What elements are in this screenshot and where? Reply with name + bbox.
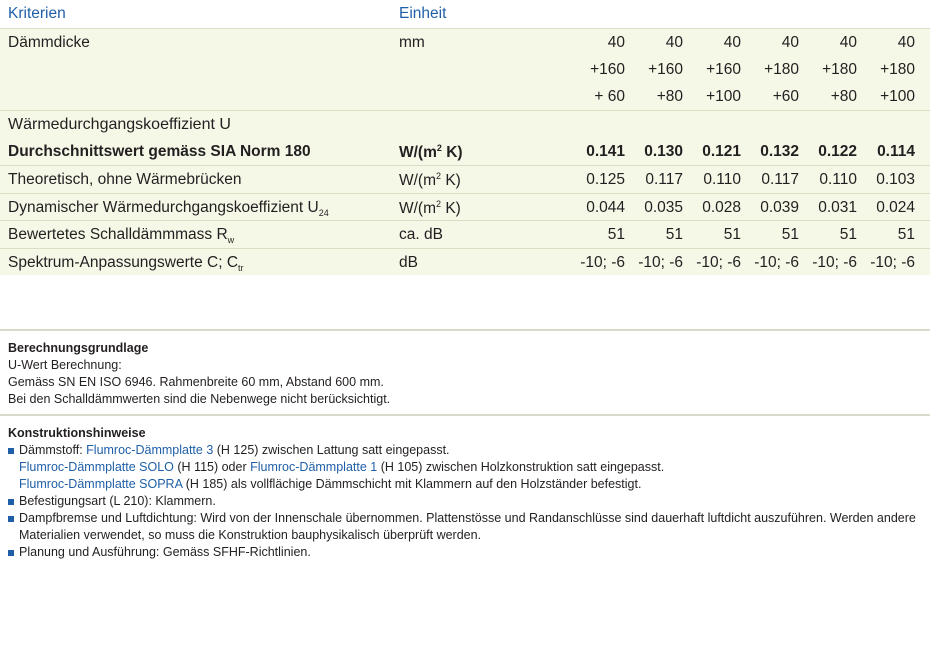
cell: 0.103 bbox=[876, 171, 915, 188]
cell: 51 bbox=[897, 226, 915, 243]
table-row: Spektrum-Anpassungswerte C; Ctr dB -10; … bbox=[0, 249, 930, 276]
cell: -10; -6 bbox=[754, 254, 799, 271]
cell: 40 bbox=[723, 34, 741, 51]
cell: +160 bbox=[590, 61, 625, 78]
cell: -10; -6 bbox=[812, 254, 857, 271]
cell: + 60 bbox=[594, 88, 625, 105]
list-item-continuation: Materialien verwendet, so muss die Konst… bbox=[19, 528, 482, 542]
cell: 0.110 bbox=[819, 171, 857, 188]
cell: 0.125 bbox=[586, 171, 625, 188]
list-item: Planung und Ausführung: Gemäss SFHF-Rich… bbox=[8, 544, 928, 561]
berechnung-line: U-Wert Berechnung: bbox=[8, 358, 122, 372]
row-label: Durchschnittswert gemäss SIA Norm 180 bbox=[8, 143, 311, 160]
cell: 40 bbox=[781, 34, 799, 51]
header-criteria: Kriterien bbox=[8, 5, 66, 22]
header-unit: Einheit bbox=[399, 5, 447, 22]
cell: 0.114 bbox=[877, 143, 915, 160]
cell: 0.141 bbox=[586, 143, 625, 160]
bullet-icon bbox=[8, 550, 14, 556]
row-unit: ca. dB bbox=[399, 226, 443, 243]
cell: -10; -6 bbox=[870, 254, 915, 271]
list-item-continuation: Flumroc-Dämmplatte SOPRA (H 185) als vol… bbox=[19, 477, 642, 491]
cell: 0.132 bbox=[760, 143, 799, 160]
divider bbox=[0, 414, 930, 416]
table-row: + 60 +80 +100 +60 +80 +100 bbox=[0, 83, 930, 110]
konstruktion-title: Konstruktionshinweise bbox=[8, 426, 146, 440]
row-label: Wärmedurchgangskoeffizient U bbox=[8, 116, 231, 133]
section-heading: Wärmedurchgangskoeffizient U bbox=[0, 111, 930, 138]
cell: +180 bbox=[764, 61, 799, 78]
berechnung-line: Bei den Schalldämmwerten sind die Nebenw… bbox=[8, 392, 391, 406]
row-unit: W/(m2 K) bbox=[399, 171, 461, 190]
cell: 51 bbox=[723, 226, 741, 243]
cell: 0.117 bbox=[761, 171, 799, 188]
row-unit: W/(m2 K) bbox=[399, 199, 461, 218]
table-header: Kriterien Einheit bbox=[0, 0, 930, 29]
cell: 0.044 bbox=[586, 199, 625, 216]
list-item-continuation: Flumroc-Dämmplatte SOLO (H 115) oder Flu… bbox=[19, 460, 665, 474]
cell: +180 bbox=[822, 61, 857, 78]
table-row: Bewertetes Schalldämmmass Rw ca. dB 51 5… bbox=[0, 221, 930, 248]
cell: +160 bbox=[706, 61, 741, 78]
cell: -10; -6 bbox=[696, 254, 741, 271]
table-row: Theoretisch, ohne Wärmebrücken W/(m2 K) … bbox=[0, 166, 930, 193]
product-link[interactable]: Flumroc-Dämmplatte 3 bbox=[86, 443, 213, 457]
row-label: Dämmdicke bbox=[8, 34, 90, 51]
row-unit: mm bbox=[399, 34, 425, 51]
cell: +80 bbox=[830, 88, 857, 105]
berechnung-line: Gemäss SN EN ISO 6946. Rahmenbreite 60 m… bbox=[8, 375, 384, 389]
table-row: Dämmdicke mm 40 40 40 40 40 40 bbox=[0, 29, 930, 56]
row-unit: W/(m2 K) bbox=[399, 143, 463, 162]
table-row: Durchschnittswert gemäss SIA Norm 180 W/… bbox=[0, 138, 930, 165]
cell: 40 bbox=[897, 34, 915, 51]
product-link[interactable]: Flumroc-Dämmplatte 1 bbox=[250, 460, 377, 474]
bullet-icon bbox=[8, 516, 14, 522]
berechnung-block: Berechnungsgrundlage U-Wert Berechnung: … bbox=[8, 340, 928, 408]
konstruktion-block: Konstruktionshinweise Dämmstoff: Flumroc… bbox=[8, 425, 928, 561]
cell: 40 bbox=[839, 34, 857, 51]
cell: 0.024 bbox=[876, 199, 915, 216]
row-label: Spektrum-Anpassungswerte C; Ctr bbox=[8, 254, 244, 274]
cell: 40 bbox=[665, 34, 683, 51]
list-item: Dampfbremse und Luftdichtung: Wird von d… bbox=[8, 510, 928, 527]
cell: -10; -6 bbox=[580, 254, 625, 271]
table-row: +160 +160 +160 +180 +180 +180 bbox=[0, 56, 930, 83]
cell: 51 bbox=[665, 226, 683, 243]
bullet-icon bbox=[8, 448, 14, 454]
cell: +100 bbox=[706, 88, 741, 105]
row-label: Bewertetes Schalldämmmass Rw bbox=[8, 226, 235, 246]
row-unit: dB bbox=[399, 254, 418, 271]
cell: +180 bbox=[880, 61, 915, 78]
cell: 0.121 bbox=[702, 143, 741, 160]
product-link[interactable]: Flumroc-Dämmplatte SOLO bbox=[19, 460, 174, 474]
cell: +100 bbox=[880, 88, 915, 105]
cell: 0.035 bbox=[644, 199, 683, 216]
cell: 0.122 bbox=[818, 143, 857, 160]
cell: -10; -6 bbox=[638, 254, 683, 271]
row-label: Theoretisch, ohne Wärmebrücken bbox=[8, 171, 242, 188]
cell: 0.028 bbox=[702, 199, 741, 216]
divider bbox=[0, 329, 930, 331]
cell: 51 bbox=[607, 226, 625, 243]
berechnung-title: Berechnungsgrundlage bbox=[8, 341, 149, 355]
cell: 0.110 bbox=[703, 171, 741, 188]
cell: +60 bbox=[772, 88, 799, 105]
cell: +80 bbox=[656, 88, 683, 105]
cell: 0.039 bbox=[760, 199, 799, 216]
cell: +160 bbox=[648, 61, 683, 78]
cell: 51 bbox=[781, 226, 799, 243]
product-link[interactable]: Flumroc-Dämmplatte SOPRA bbox=[19, 477, 182, 491]
cell: 0.117 bbox=[645, 171, 683, 188]
cell: 40 bbox=[607, 34, 625, 51]
list-item: Dämmstoff: Flumroc-Dämmplatte 3 (H 125) … bbox=[8, 442, 928, 459]
bullet-icon bbox=[8, 499, 14, 505]
table-row: Dynamischer Wärmedurchgangskoeffizient U… bbox=[0, 194, 930, 221]
cell: 0.130 bbox=[644, 143, 683, 160]
cell: 51 bbox=[839, 226, 857, 243]
cell: 0.031 bbox=[818, 199, 857, 216]
row-label: Dynamischer Wärmedurchgangskoeffizient U… bbox=[8, 199, 329, 219]
list-item: Befestigungsart (L 210): Klammern. bbox=[8, 493, 928, 510]
